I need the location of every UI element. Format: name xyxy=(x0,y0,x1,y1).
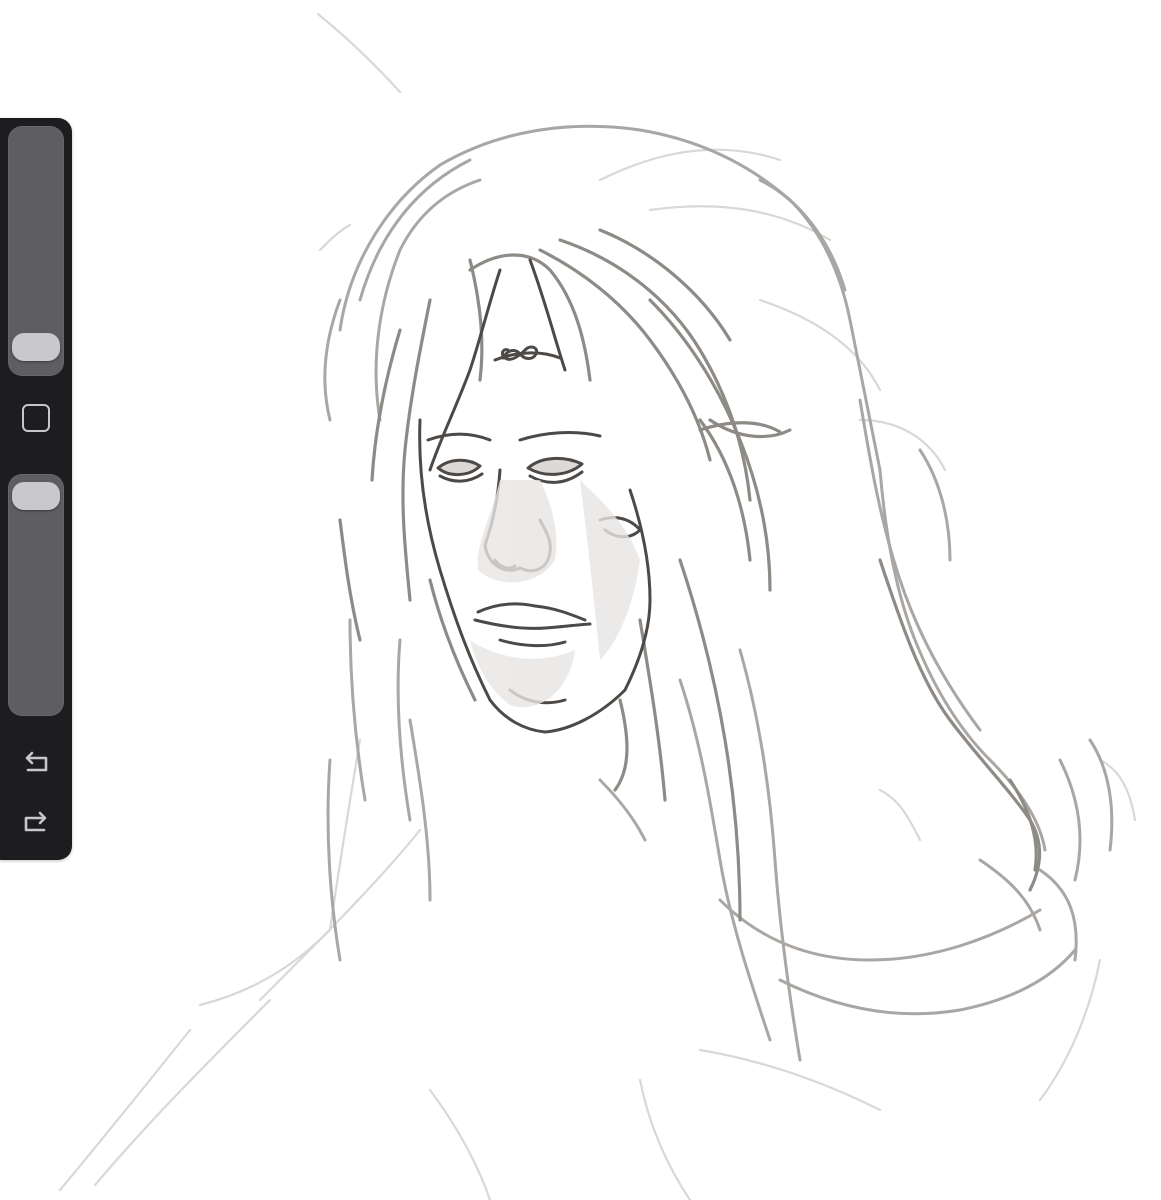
undo-arrow-icon xyxy=(25,751,48,772)
sketch-artwork xyxy=(58,12,1137,1200)
redo-button[interactable] xyxy=(18,806,54,842)
redo-arrow-icon xyxy=(24,811,47,832)
undo-button[interactable] xyxy=(18,746,54,782)
brush-opacity-slider[interactable] xyxy=(8,474,64,716)
square-outline-icon xyxy=(22,404,50,432)
drawing-canvas[interactable] xyxy=(0,0,1161,1200)
modify-button[interactable] xyxy=(20,402,52,434)
brush-opacity-slider-thumb[interactable] xyxy=(12,482,60,511)
brush-sidebar xyxy=(0,118,72,860)
brush-size-slider[interactable] xyxy=(8,126,64,376)
brush-size-slider-thumb[interactable] xyxy=(12,333,60,362)
